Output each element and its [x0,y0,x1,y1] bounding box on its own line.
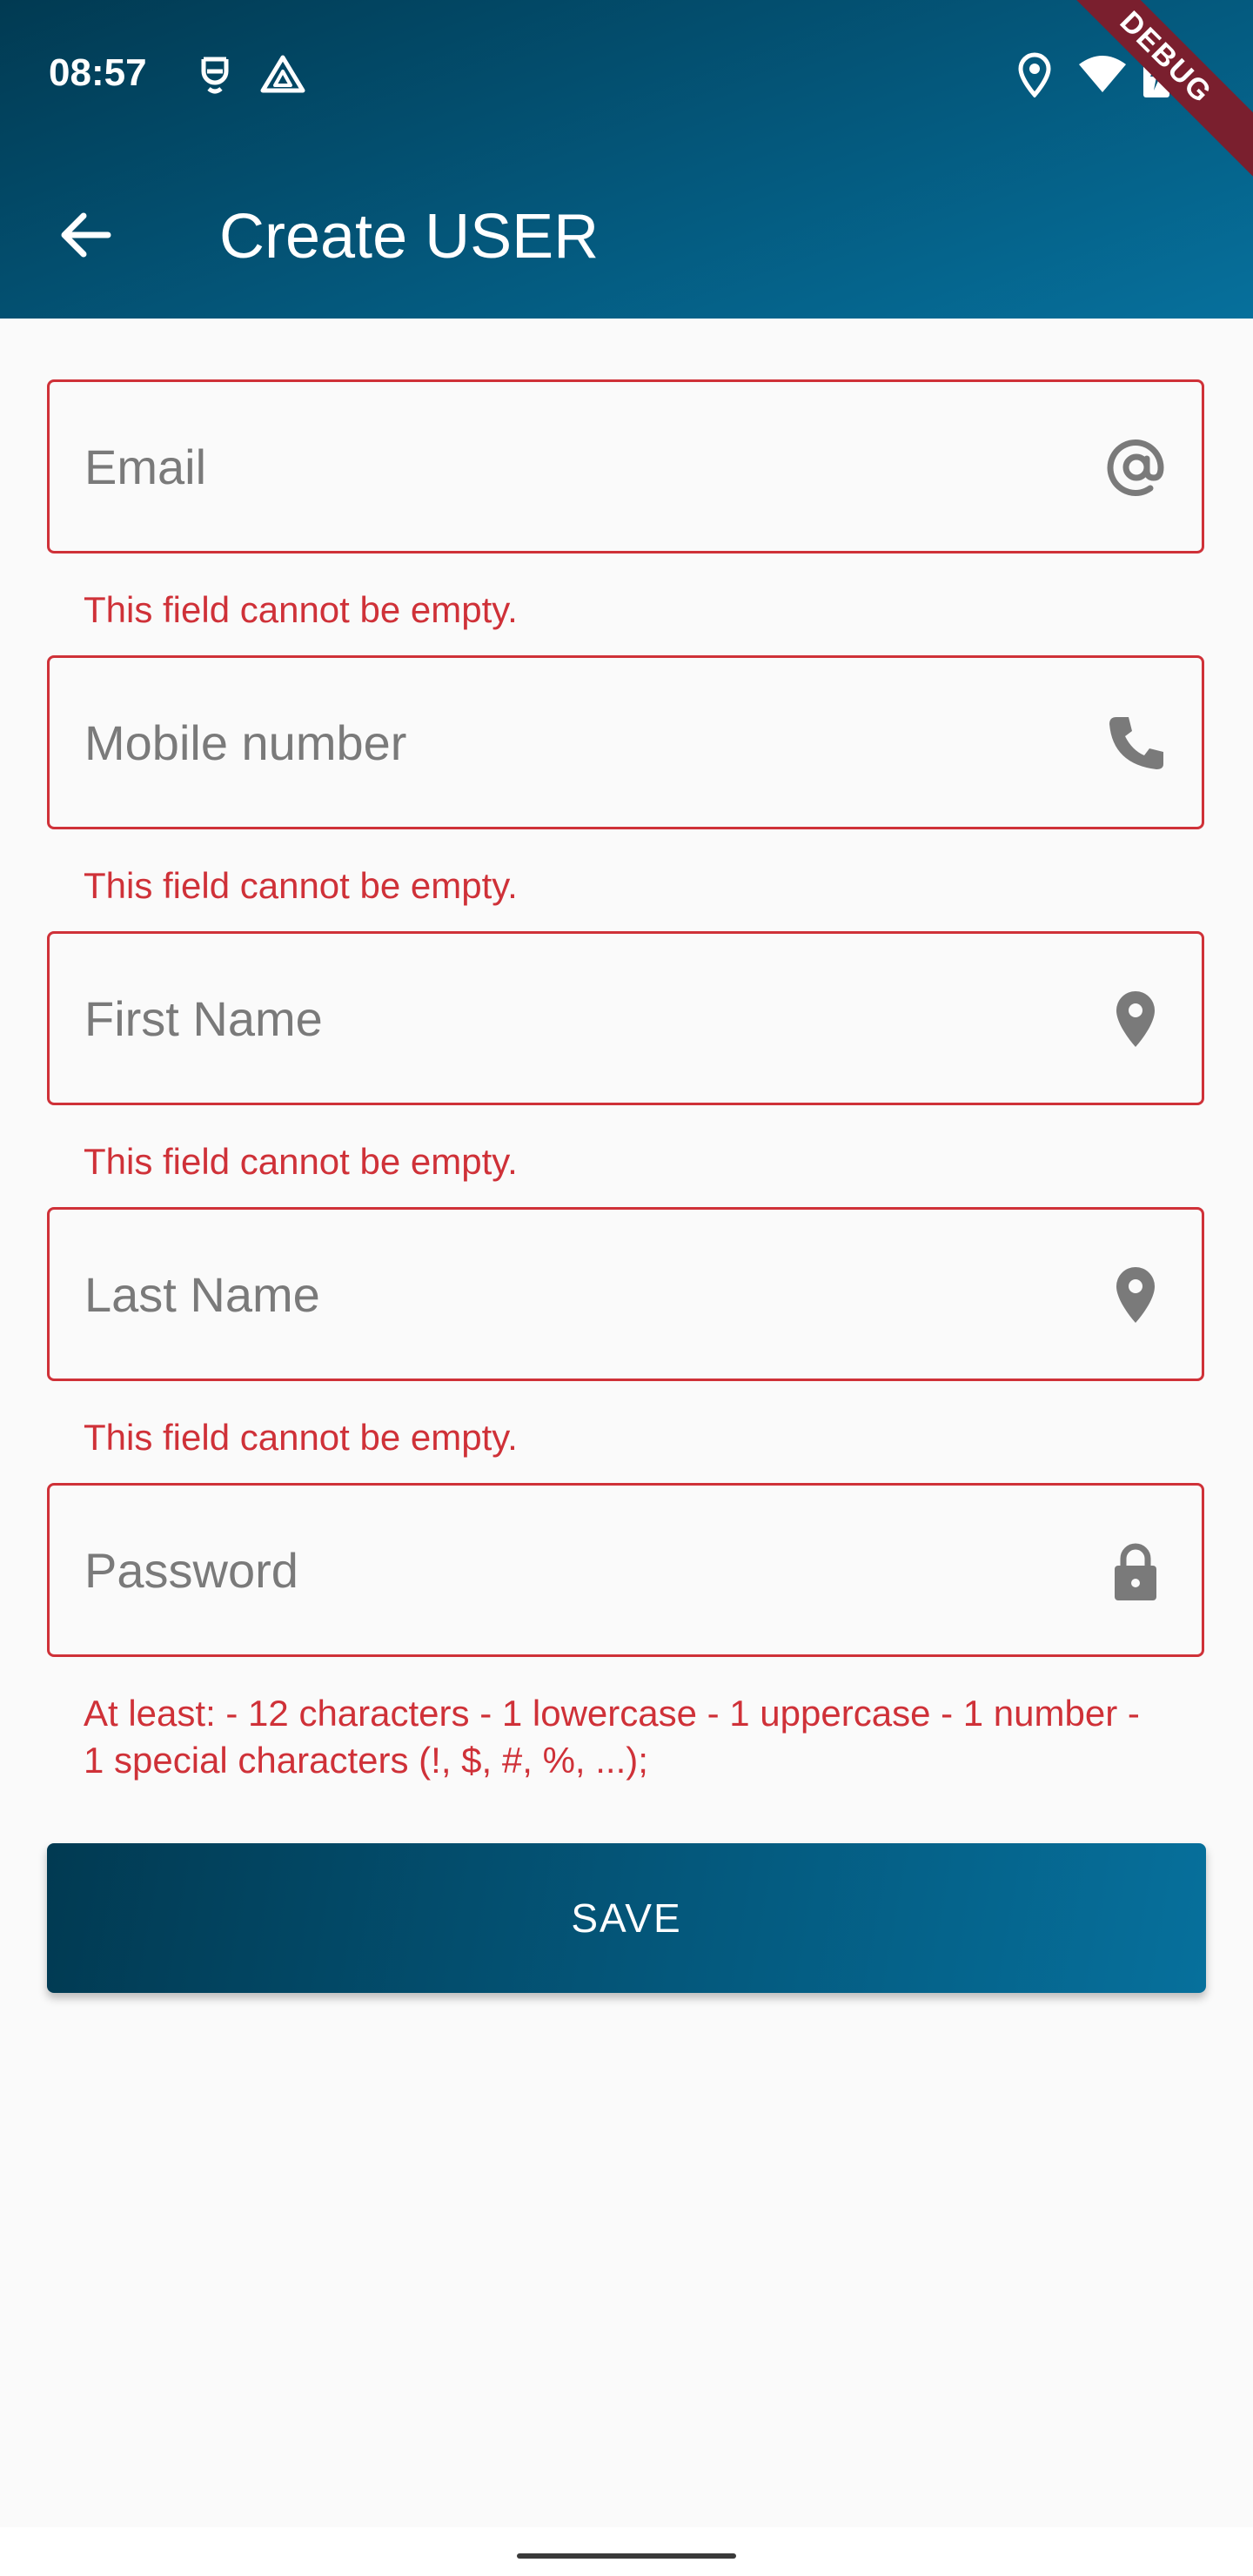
status-time: 08:57 [49,51,147,94]
page-title: Create USER [219,202,600,272]
location-pin-icon [1116,1267,1155,1323]
password-field [47,1483,1204,1657]
at-sign-icon [1107,439,1164,496]
location-icon [1018,52,1051,97]
password-input[interactable] [84,1486,1042,1654]
navigation-bar [0,2527,1253,2576]
first-name-error: This field cannot be empty. [84,1141,518,1182]
last-name-field [47,1207,1204,1381]
location-pin-icon [1116,991,1155,1047]
phone-icon [1109,717,1163,769]
lock-icon [1115,1543,1156,1600]
back-button[interactable] [44,193,127,277]
app-header: 08:57 DEBUG Create USER [0,0,1253,319]
mobile-input[interactable] [84,658,1042,827]
mobile-error: This field cannot be empty. [84,865,518,906]
arrow-back-icon [61,212,111,258]
last-name-input[interactable] [84,1210,1042,1379]
home-gesture-handle[interactable] [517,2553,736,2559]
wifi-icon [1079,56,1126,92]
last-name-error: This field cannot be empty. [84,1417,518,1458]
drive-icon [260,55,305,93]
first-name-field [47,931,1204,1105]
first-name-input[interactable] [84,934,1042,1103]
notification-shield-icon [201,57,229,94]
save-button[interactable]: SAVE [47,1843,1206,1993]
email-field [47,379,1204,553]
email-error: This field cannot be empty. [84,589,518,630]
password-error: At least: - 12 characters - 1 lowercase … [84,1693,1140,1781]
mobile-field [47,655,1204,829]
email-input[interactable] [84,382,1042,551]
